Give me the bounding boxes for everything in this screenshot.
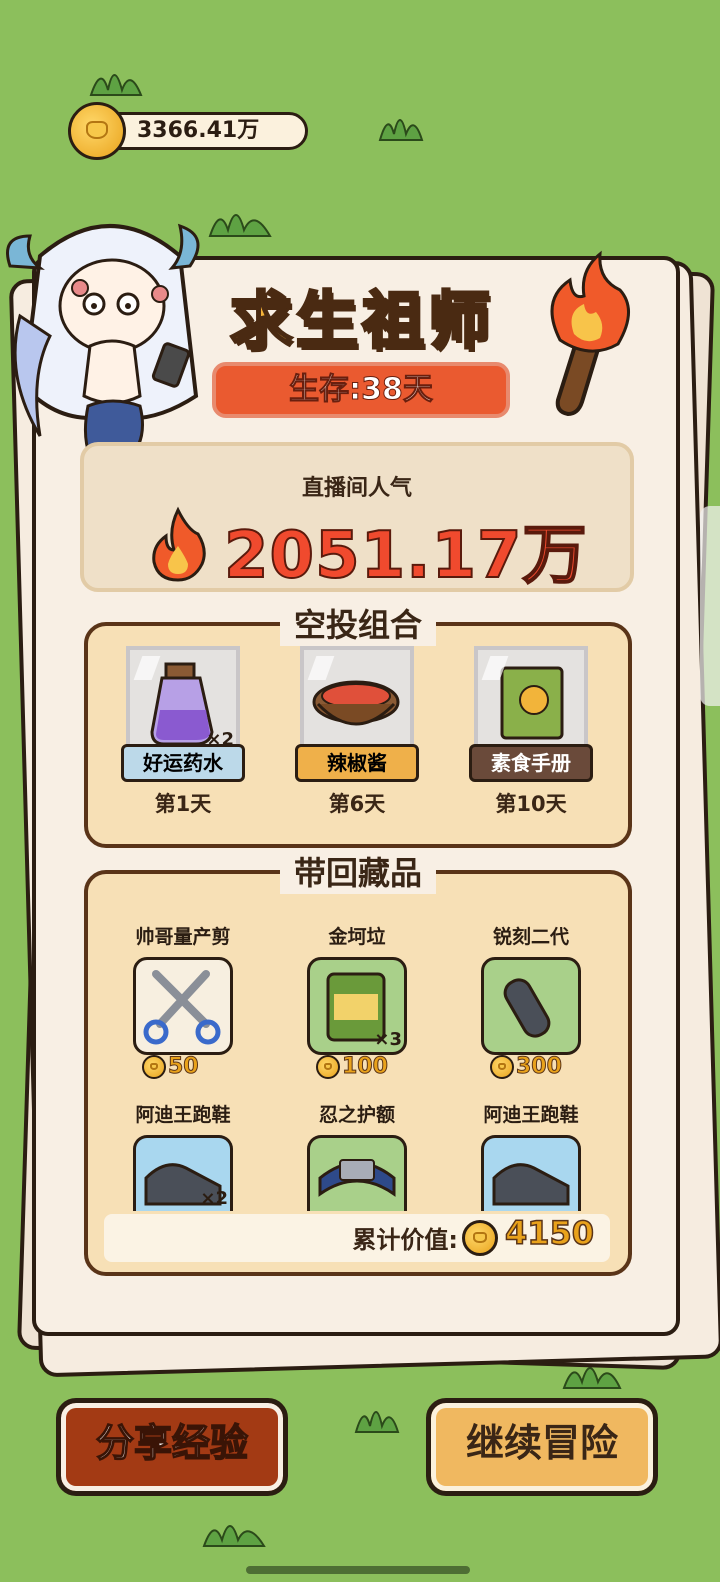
item-frame [300,646,414,756]
loot-item[interactable]: 金坷垃 ×3 100 [292,922,422,1080]
loot-name: 锐刻二代 [492,926,569,948]
side-handle[interactable] [700,506,720,706]
continue-adventure-button[interactable]: 继续冒险 [426,1398,658,1496]
torch-icon [550,250,630,417]
airdrop-item[interactable]: 素食手册 第10天 [466,646,596,818]
home-indicator [246,1566,470,1574]
total-value-bar: 累计价值: 4150 [104,1213,610,1262]
page-title: 求生祖师 [228,283,494,359]
loot-title: 带回藏品 [279,848,437,894]
loot-price: 100 [316,1054,388,1080]
item-day: 第1天 [154,792,212,816]
loot-item[interactable]: 阿迪王跑鞋 [466,1100,596,1211]
grass-decoration [354,1411,400,1433]
coin-counter: 3366.41万 [68,102,312,160]
item-frame: ×2 [126,646,240,756]
headband-icon [318,1159,396,1197]
share-experience-button[interactable]: 分享经验 [56,1398,288,1496]
item-day: 第6天 [328,792,386,816]
airdrop-title: 空投组合 [279,600,437,646]
coin-icon [142,1054,166,1079]
survival-days-badge: 生存:38天 [212,362,510,418]
chili-sauce-icon [312,680,400,726]
loot-tile: 50 [133,957,233,1080]
loot-name: 忍之护额 [318,1104,395,1126]
loot-name: 阿迪王跑鞋 [135,1104,231,1126]
loot-multiplier: ×3 [374,1029,402,1050]
loot-item[interactable]: 锐刻二代 300 [466,922,596,1080]
loot-tile [307,1135,407,1211]
item-frame [474,646,588,756]
loot-price: 300 [490,1054,562,1080]
popularity-panel: 直播间人气 2051.17万 [80,442,634,594]
loot-section: 带回藏品 帅哥量产剪 50 金坷垃 ×3 100 锐刻二代 300 阿迪王跑鞋 … [84,848,632,1276]
loot-name: 帅哥量产剪 [135,926,231,948]
e-cigarette-icon [503,978,551,1038]
loot-multiplier: ×2 [200,1188,228,1209]
item-name-tag: 素食手册 [469,744,593,782]
coin-counter-value: 3366.41万 [100,112,308,150]
popularity-label: 直播间人气 [301,476,412,501]
coin-icon [316,1054,340,1079]
coin-icon [490,1054,514,1079]
loot-price: 50 [142,1054,199,1080]
fire-icon [152,506,206,582]
sneaker-icon [492,1163,570,1206]
airdrop-item[interactable]: ×2 好运药水 第1天 [118,646,248,818]
loot-item[interactable]: 帅哥量产剪 50 [118,922,248,1080]
coin-icon [68,102,126,160]
total-value: 4150 [504,1213,595,1253]
loot-tile: ×2 [133,1135,233,1211]
loot-tile [481,1135,581,1211]
airdrop-item[interactable]: 辣椒酱 第6天 [292,646,422,818]
grass-decoration [202,1525,266,1547]
grass-decoration [89,74,143,96]
vegan-book-icon [500,666,564,740]
loot-tile: 300 [481,957,581,1080]
loot-item[interactable]: 阿迪王跑鞋 ×2 [118,1100,248,1211]
loot-name: 金坷垃 [328,926,386,948]
item-name-tag: 辣椒酱 [295,744,419,782]
total-value-label: 累计价值: [352,1226,458,1254]
coin-icon [462,1220,498,1256]
loot-tile: ×3 100 [307,957,407,1080]
loot-name: 阿迪王跑鞋 [483,1104,579,1126]
airdrop-section: 空投组合 ×2 好运药水 第1天 辣椒酱 第6天 素食手册 第10天 [84,600,632,848]
item-day: 第10天 [495,792,567,816]
popularity-value: 2051.17万 [223,518,588,594]
scissors-icon [143,970,221,1045]
grass-decoration [378,119,424,141]
loot-item[interactable]: 忍之护额 [292,1100,422,1211]
item-name-tag: 好运药水 [121,744,245,782]
